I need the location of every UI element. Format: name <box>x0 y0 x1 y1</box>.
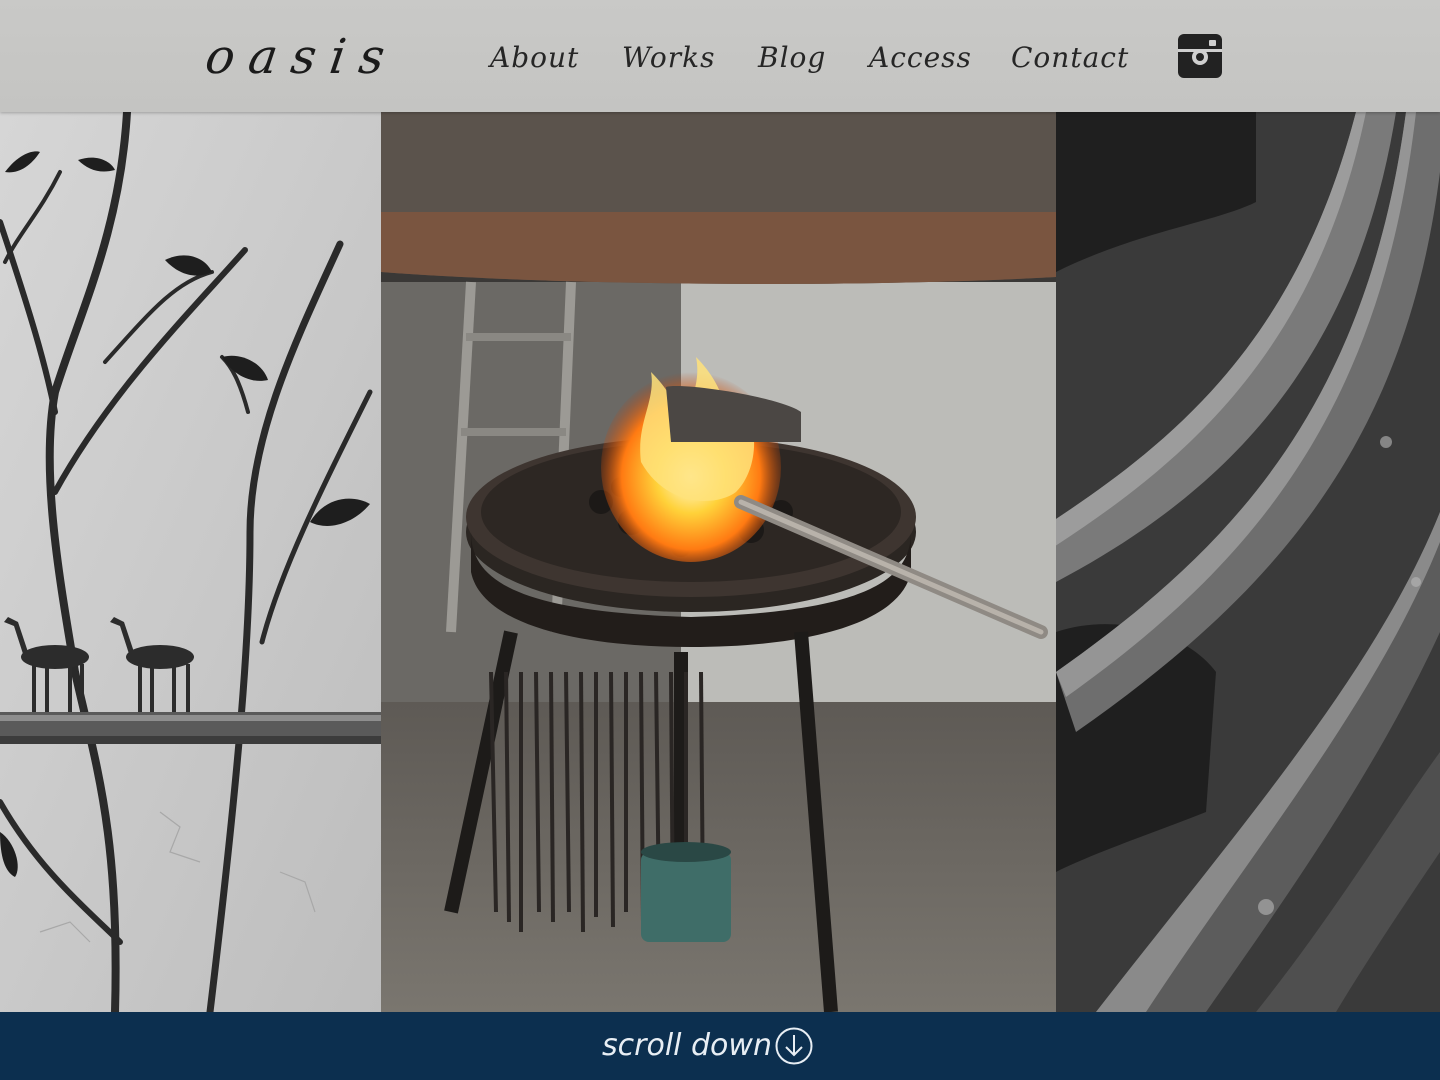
scroll-bar: scroll down <box>0 1012 1440 1080</box>
nav-access[interactable]: Access <box>869 36 972 80</box>
site-header: oasis About Works Blog Access Contact <box>0 0 1440 112</box>
scroll-down-label[interactable]: scroll down <box>602 1026 772 1066</box>
gallery-image-iron-tree <box>0 112 381 1012</box>
arrow-down-circle-icon[interactable] <box>774 1026 814 1066</box>
gallery-image-iron-bars <box>1056 112 1440 1012</box>
nav-about[interactable]: About <box>490 36 579 80</box>
nav-contact[interactable]: Contact <box>1011 36 1129 80</box>
instagram-icon[interactable] <box>1178 34 1222 78</box>
nav-works[interactable]: Works <box>622 36 715 80</box>
image-gallery <box>0 112 1440 1012</box>
gallery-image-forge <box>381 112 1056 1012</box>
site-logo[interactable]: oasis <box>201 22 403 92</box>
nav-blog[interactable]: Blog <box>758 36 826 80</box>
